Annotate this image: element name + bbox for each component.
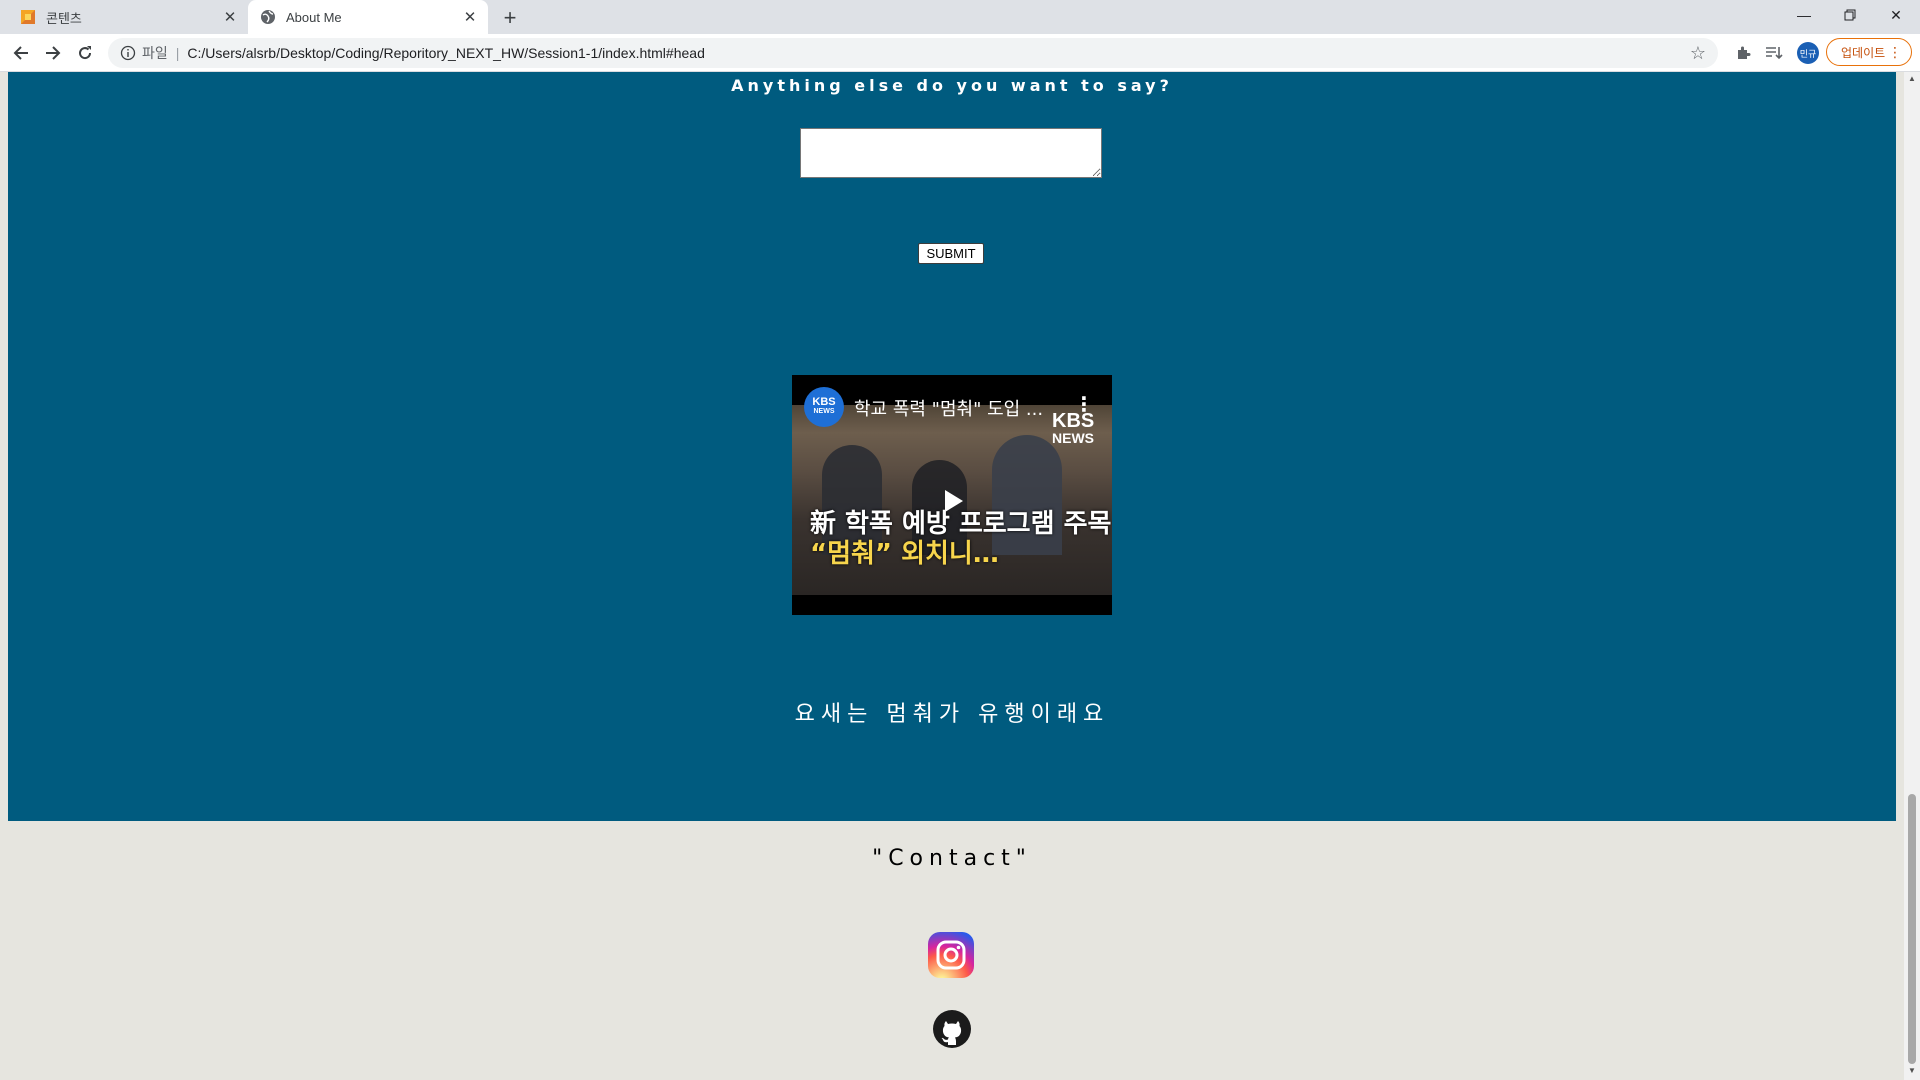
youtube-video-embed[interactable]: KBS NEWS 학교 폭력 "멈춰" 도입 ... ⋮ KBS NEWS 新 … xyxy=(792,375,1112,615)
contact-heading: "Contact" xyxy=(872,846,1032,871)
video-title[interactable]: 학교 폭력 "멈춰" 도입 ... xyxy=(854,395,1064,421)
address-bar[interactable]: 파일 | C:/Users/alsrb/Desktop/Coding/Repor… xyxy=(108,38,1718,68)
video-tagline: 요새는 멈춰가 유행이래요 xyxy=(794,702,1110,727)
browser-toolbar: 파일 | C:/Users/alsrb/Desktop/Coding/Repor… xyxy=(0,34,1920,72)
instagram-icon[interactable] xyxy=(928,932,974,978)
github-icon[interactable] xyxy=(933,1010,971,1048)
channel-logo[interactable]: KBS NEWS xyxy=(804,387,844,427)
folder-favicon-icon xyxy=(21,10,35,24)
tab-title: 콘텐츠 xyxy=(46,10,82,26)
tab-strip: 콘텐츠 ✕ About Me ✕ + — ✕ xyxy=(0,0,1920,34)
message-section: Anything else do you want to say? SUBMIT… xyxy=(8,72,1896,821)
message-textarea[interactable] xyxy=(800,128,1102,178)
watermark-bottom: NEWS xyxy=(1052,430,1094,446)
info-icon[interactable] xyxy=(120,45,136,61)
play-icon[interactable] xyxy=(932,481,972,521)
channel-logo-text: KBS xyxy=(812,396,836,408)
new-tab-button[interactable]: + xyxy=(496,4,524,32)
watermark-top: KBS xyxy=(1052,410,1095,432)
submit-button[interactable]: SUBMIT xyxy=(918,243,984,264)
bookmark-star-icon[interactable]: ☆ xyxy=(1688,43,1708,63)
tab-close-icon[interactable]: ✕ xyxy=(220,7,240,27)
address-separator: | xyxy=(175,45,180,61)
reload-icon[interactable] xyxy=(70,38,100,68)
profile-avatar[interactable]: 민규 xyxy=(1797,42,1819,64)
tab-contents[interactable]: 콘텐츠 ✕ xyxy=(8,0,248,34)
vertical-scrollbar[interactable]: ▲ ▼ xyxy=(1904,72,1920,1080)
tab-about-me[interactable]: About Me ✕ xyxy=(248,0,488,34)
tab-close-icon[interactable]: ✕ xyxy=(460,7,480,27)
update-label: 업데이트 xyxy=(1841,45,1886,60)
kebab-menu-icon[interactable]: ⋮ xyxy=(1888,44,1902,61)
tab-title: About Me xyxy=(286,9,342,25)
url-text[interactable]: C:/Users/alsrb/Desktop/Coding/Reporitory… xyxy=(187,45,704,61)
restore-icon[interactable] xyxy=(1827,0,1873,30)
scroll-down-arrow-icon[interactable]: ▼ xyxy=(1907,1066,1917,1076)
reading-list-icon[interactable] xyxy=(1763,42,1785,64)
video-caption-line2: “멈춰” 외치니… xyxy=(810,539,999,569)
page-viewport: Anything else do you want to say? SUBMIT… xyxy=(0,72,1920,1080)
scheme-label: 파일 xyxy=(142,45,168,61)
kbs-watermark: KBS NEWS xyxy=(1052,410,1095,447)
scroll-up-arrow-icon[interactable]: ▲ xyxy=(1907,74,1917,84)
globe-favicon-icon xyxy=(261,10,275,24)
forward-arrow-icon[interactable] xyxy=(38,38,68,68)
minimize-icon[interactable]: — xyxy=(1781,0,1827,30)
scroll-thumb[interactable] xyxy=(1908,794,1916,1064)
extensions-puzzle-icon[interactable] xyxy=(1732,42,1754,64)
back-arrow-icon[interactable] xyxy=(6,38,36,68)
close-window-icon[interactable]: ✕ xyxy=(1873,0,1919,30)
channel-logo-subtext: NEWS xyxy=(813,408,835,415)
update-button[interactable]: 업데이트 ⋮ xyxy=(1826,38,1912,66)
message-question: Anything else do you want to say? xyxy=(731,76,1173,95)
